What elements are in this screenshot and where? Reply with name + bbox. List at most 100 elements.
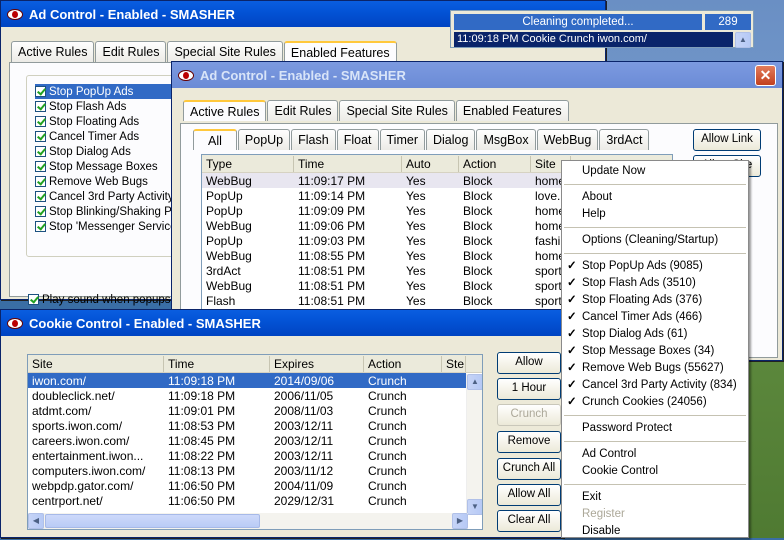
table-row[interactable]: centrport.net/11:06:50 PM 2029/12/31 Crunc… bbox=[28, 493, 482, 508]
subtab-msgbox[interactable]: MsgBox bbox=[476, 129, 536, 150]
checkbox-box[interactable] bbox=[35, 176, 46, 187]
menu-options[interactable]: Options (Cleaning/Startup) bbox=[562, 232, 748, 249]
table-cell: 2003/12/11 bbox=[274, 448, 334, 463]
tab-active-rules[interactable]: Active Rules bbox=[183, 100, 267, 121]
subtab-flash[interactable]: Flash bbox=[291, 129, 336, 150]
subtab-popup[interactable]: PopUp bbox=[237, 129, 291, 150]
feature-checkbox[interactable]: Stop Message Boxes bbox=[35, 159, 187, 174]
subtab-3rdact[interactable]: 3rdAct bbox=[599, 129, 650, 150]
feature-checkbox[interactable]: Stop PopUp Ads bbox=[35, 84, 187, 99]
table-row[interactable]: entertainment.iwon... 11:08:22 PM 2003/12/… bbox=[28, 448, 482, 463]
menu-exit[interactable]: Exit bbox=[562, 489, 748, 506]
feature-checkbox[interactable]: Stop Dialog Ads bbox=[35, 144, 187, 159]
scroll-up-button[interactable]: ▲ bbox=[467, 374, 482, 390]
table-row[interactable]: iwon.com/11:09:18 PM 2014/09/06 Crunch bbox=[28, 373, 466, 388]
menu-help[interactable]: Help bbox=[562, 206, 748, 223]
column-header[interactable]: Time bbox=[294, 155, 402, 172]
menu-feature-item[interactable]: Stop PopUp Ads (9085) bbox=[562, 258, 748, 275]
menu-feature-item[interactable]: Cancel 3rd Party Activity (834) bbox=[562, 377, 748, 394]
table-row[interactable]: careers.iwon.com/11:08:45 PM 2003/12/11 Cr… bbox=[28, 433, 482, 448]
menu-feature-item[interactable]: Stop Flash Ads (3510) bbox=[562, 275, 748, 292]
one-hour-button[interactable]: 1 Hour bbox=[497, 378, 561, 400]
menu-cookie-control[interactable]: Cookie Control bbox=[562, 463, 748, 480]
remove-button[interactable]: Remove bbox=[497, 431, 561, 453]
tab-active-rules[interactable]: Active Rules bbox=[11, 41, 95, 62]
close-button[interactable]: ✕ bbox=[755, 65, 776, 86]
table-row[interactable]: webpdp.gator.com/11:06:50 PM 2004/11/09 Cr… bbox=[28, 478, 482, 493]
allow-all-button[interactable]: Allow All bbox=[497, 484, 561, 506]
checkbox-box[interactable] bbox=[35, 101, 46, 112]
menu-feature-item[interactable]: Stop Floating Ads (376) bbox=[562, 292, 748, 309]
checkbox-box[interactable] bbox=[35, 191, 46, 202]
checkbox-box[interactable] bbox=[35, 131, 46, 142]
menu-about[interactable]: About bbox=[562, 189, 748, 206]
cookie-vscroll[interactable]: ▲ ▼ bbox=[466, 374, 482, 515]
tab-enabled-features[interactable]: Enabled Features bbox=[283, 41, 397, 62]
menu-disable[interactable]: Disable bbox=[562, 523, 748, 540]
table-cell: atdmt.com/ bbox=[32, 403, 92, 418]
feature-checkbox[interactable]: Cancel 3rd Party Activity bbox=[35, 189, 187, 204]
checkbox-box[interactable] bbox=[35, 86, 46, 97]
checkbox-box[interactable] bbox=[35, 146, 46, 157]
feature-checkbox[interactable]: Stop Blinking/Shaking Pict bbox=[35, 204, 187, 219]
clear-all-button[interactable]: Clear All bbox=[497, 510, 561, 532]
title-bar[interactable]: Ad Control - Enabled - SMASHER bbox=[172, 62, 782, 88]
menu-feature-item[interactable]: Cancel Timer Ads (466) bbox=[562, 309, 748, 326]
menu-feature-item[interactable]: Stop Message Boxes (34) bbox=[562, 343, 748, 360]
menu-separator bbox=[564, 227, 746, 228]
table-row[interactable]: doubleclick.net/11:09:18 PM 2006/11/05 Cru… bbox=[28, 388, 482, 403]
menu-feature-item[interactable]: Crunch Cookies (24056) bbox=[562, 394, 748, 411]
cookie-hscroll[interactable]: ◀ ▶ bbox=[28, 513, 468, 529]
crunch-all-button[interactable]: Crunch All bbox=[497, 458, 561, 480]
menu-ad-control[interactable]: Ad Control bbox=[562, 446, 748, 463]
crunch-button[interactable]: Crunch bbox=[497, 404, 561, 426]
subtab-dialog[interactable]: Dialog bbox=[426, 129, 476, 150]
checkbox-box[interactable] bbox=[35, 161, 46, 172]
column-header[interactable]: Time bbox=[164, 355, 270, 372]
table-cell: Crunch bbox=[368, 388, 407, 403]
tab-special-site-rules[interactable]: Special Site Rules bbox=[167, 41, 283, 62]
column-header[interactable]: Ste bbox=[442, 355, 466, 372]
subtab-float[interactable]: Float bbox=[336, 129, 379, 150]
feature-checkbox[interactable]: Stop 'Messenger Service' bbox=[35, 219, 187, 234]
menu-password-protect[interactable]: Password Protect bbox=[562, 420, 748, 437]
scroll-left-button[interactable]: ◀ bbox=[28, 513, 44, 529]
tab-edit-rules[interactable]: Edit Rules bbox=[267, 100, 339, 121]
table-row[interactable]: computers.iwon.com/11:08:13 PM 2003/11/12… bbox=[28, 463, 482, 478]
tab-enabled-features[interactable]: Enabled Features bbox=[455, 100, 569, 121]
allow-link-button[interactable]: Allow Link bbox=[693, 129, 761, 151]
close-icon: ✕ bbox=[759, 67, 772, 83]
scroll-right-button[interactable]: ▶ bbox=[452, 513, 468, 529]
feature-checkbox[interactable]: Stop Flash Ads bbox=[35, 99, 187, 114]
checkbox-box[interactable] bbox=[35, 116, 46, 127]
column-header[interactable]: Action bbox=[364, 355, 442, 372]
column-header[interactable]: Type bbox=[202, 155, 294, 172]
feature-checkbox[interactable]: Stop Floating Ads bbox=[35, 114, 187, 129]
subtab-all[interactable]: All bbox=[193, 129, 237, 150]
table-row[interactable]: sports.iwon.com/11:08:53 PM 2003/12/11 Cru… bbox=[28, 418, 482, 433]
menu-feature-item[interactable]: Stop Dialog Ads (61) bbox=[562, 326, 748, 343]
notify-log[interactable]: 11:09:18 PM Cookie Crunch iwon.com/ bbox=[454, 32, 733, 47]
tab-special-site-rules[interactable]: Special Site Rules bbox=[339, 100, 455, 121]
tab-edit-rules[interactable]: Edit Rules bbox=[95, 41, 167, 62]
hscroll-thumb[interactable] bbox=[45, 514, 260, 528]
column-header[interactable]: Expires bbox=[270, 355, 364, 372]
feature-checkbox[interactable]: Remove Web Bugs bbox=[35, 174, 187, 189]
notify-scroll-up[interactable]: ▲ bbox=[735, 32, 751, 48]
table-row[interactable]: atdmt.com/11:09:01 PM 2008/11/03 Crunch bbox=[28, 403, 482, 418]
feature-checkbox[interactable]: Cancel Timer Ads bbox=[35, 129, 187, 144]
subtab-webbug[interactable]: WebBug bbox=[536, 129, 599, 150]
table-cell: Block bbox=[463, 293, 493, 308]
title-bar[interactable]: Cookie Control - Enabled - SMASHER bbox=[1, 310, 563, 336]
checkbox-box[interactable] bbox=[35, 206, 46, 217]
subtab-timer[interactable]: Timer bbox=[379, 129, 425, 150]
sound-checkbox[interactable]: Play sound when popups a bbox=[28, 292, 180, 307]
column-header[interactable]: Site bbox=[28, 355, 164, 372]
menu-feature-item[interactable]: Remove Web Bugs (55627) bbox=[562, 360, 748, 377]
column-header[interactable]: Auto bbox=[402, 155, 459, 172]
menu-update-now[interactable]: Update Now bbox=[562, 163, 748, 180]
allow-button[interactable]: Allow bbox=[497, 352, 561, 374]
scroll-down-button[interactable]: ▼ bbox=[467, 499, 482, 515]
column-header[interactable]: Action bbox=[459, 155, 531, 172]
checkbox-box[interactable] bbox=[35, 221, 46, 232]
